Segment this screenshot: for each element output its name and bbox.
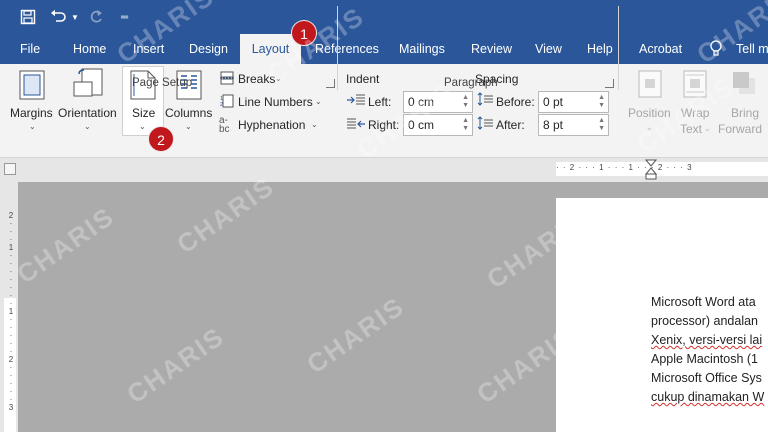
margins-icon[interactable] [19, 70, 45, 103]
document-line: processor) andalan [651, 314, 759, 328]
columns-dropdown-icon[interactable]: ⌄ [185, 122, 192, 131]
size-button[interactable]: Size [132, 106, 155, 120]
bring-forward-button-line2: Forward [718, 122, 763, 136]
line-numbers-icon[interactable]: 12 [220, 94, 234, 111]
step-badge-2: 2 [148, 126, 174, 152]
tab-mailings[interactable]: Mailings [399, 34, 445, 64]
tab-review[interactable]: Review [471, 34, 512, 64]
hyphenation-dropdown-icon[interactable]: ⌄ [311, 120, 318, 129]
watermark: CHARIS [171, 170, 280, 260]
undo-icon[interactable] [50, 0, 68, 34]
line-numbers-button[interactable]: Line Numbers [238, 95, 313, 109]
spacing-before-label: Before: [496, 95, 535, 109]
indent-marker-icon[interactable] [644, 159, 658, 184]
spinner-arrows-icon[interactable]: ▲ ▼ [598, 94, 605, 110]
breaks-icon[interactable] [220, 71, 234, 88]
indent-left-label: Left: [368, 95, 392, 109]
save-icon[interactable] [20, 0, 36, 34]
line-numbers-dropdown-icon[interactable]: ⌄ [315, 97, 322, 106]
orientation-icon[interactable] [73, 68, 105, 103]
tab-home[interactable]: Home [73, 34, 106, 64]
vertical-ruler-ticks: 2 · · · 1 · · · · · · · 1 · · · · · 2 · · · · · 3 [8, 211, 14, 412]
horizontal-ruler-ticks: · · 2 · · · 1 · · · 1 · · · 2 · · · 3 [556, 163, 693, 172]
watermark: CHARIS [121, 320, 230, 410]
hyphenation-icon[interactable]: a-bc [219, 116, 230, 135]
tab-selector-icon[interactable] [4, 163, 16, 175]
tab-file[interactable]: File [20, 34, 40, 64]
position-icon[interactable] [638, 70, 662, 101]
paragraph-launcher-icon[interactable] [605, 79, 614, 88]
tab-view[interactable]: View [535, 34, 562, 64]
undo-dropdown-icon[interactable]: ▼ [71, 0, 79, 34]
wrap-text-dropdown-icon[interactable]: ⌄ [704, 124, 711, 133]
svg-text:2: 2 [220, 102, 223, 108]
watermark: CHARIS [301, 290, 410, 380]
spinner-arrows-icon[interactable]: ▲ ▼ [462, 94, 469, 110]
tab-help[interactable]: Help [587, 34, 613, 64]
document-line: Microsoft Office Sys [651, 371, 762, 385]
spacing-before-value: 0 pt [543, 95, 564, 109]
redo-icon[interactable] [88, 0, 104, 34]
document-line: cukup dinamakan W [651, 390, 765, 404]
indent-heading: Indent [346, 72, 380, 86]
spinner-arrows-icon[interactable]: ▲ ▼ [598, 117, 605, 133]
spacing-after-label: After: [496, 118, 525, 132]
spacing-before-icon [477, 92, 493, 109]
document-line: Microsoft Word ata [651, 295, 756, 309]
margins-dropdown-icon[interactable]: ⌄ [29, 122, 36, 131]
document-body[interactable]: Microsoft Word ata processor) andalan Xe… [651, 293, 764, 407]
document-line: Xenix, versi-versi lai [651, 333, 763, 347]
spinner-arrows-icon[interactable]: ▲ ▼ [462, 117, 469, 133]
tab-acrobat[interactable]: Acrobat [639, 34, 682, 64]
spacing-after-icon [477, 116, 493, 133]
spacing-after-value: 8 pt [543, 118, 564, 132]
spacing-after-input[interactable]: 8 pt ▲ ▼ [538, 114, 609, 136]
watermark: CHARIS [11, 200, 120, 290]
bring-forward-button[interactable]: Bring [731, 106, 759, 120]
margins-button[interactable]: Margins [10, 106, 53, 120]
columns-button[interactable]: Columns [165, 106, 212, 120]
page-setup-group-label: Page Setup [132, 77, 193, 89]
orientation-button[interactable]: Orientation [58, 106, 117, 120]
paragraph-group-label: Paragraph [444, 77, 498, 89]
indent-left-icon [347, 94, 365, 109]
document-line: Apple Macintosh (1 [651, 352, 759, 366]
page-setup-launcher-icon[interactable] [326, 79, 335, 88]
size-dropdown-icon[interactable]: ⌄ [139, 122, 146, 131]
spacing-before-input[interactable]: 0 pt ▲ ▼ [538, 91, 609, 113]
hyphenation-button[interactable]: Hyphenation [238, 118, 305, 132]
tab-design[interactable]: Design [189, 34, 228, 64]
group-divider [618, 6, 619, 90]
orientation-dropdown-icon[interactable]: ⌄ [84, 122, 91, 131]
customize-qat-icon[interactable]: ═ [121, 0, 128, 34]
title-bar: ▼ ═ [0, 0, 768, 34]
